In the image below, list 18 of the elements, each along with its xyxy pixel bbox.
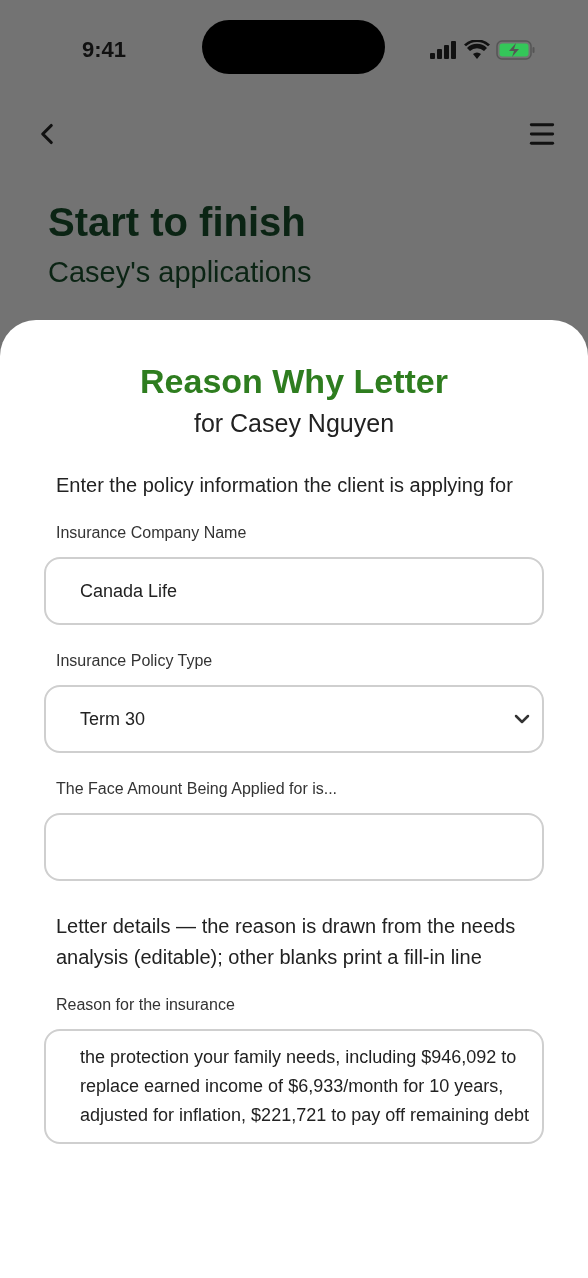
dropdown-field[interactable]: Term 30: [44, 685, 544, 753]
battery-charging-icon: [496, 39, 536, 60]
text-field[interactable]: [44, 813, 544, 881]
sheet-subtitle: for Casey Nguyen: [192, 408, 396, 439]
field-label: Reason for the insurance: [55, 995, 236, 1015]
text-field[interactable]: Canada Life: [44, 557, 544, 625]
page-title: Start to finish: [48, 199, 307, 246]
sheet-title: Reason Why Letter: [139, 361, 449, 402]
page-subtitle: Casey's applications: [48, 255, 313, 290]
field-label: Insurance Company Name: [55, 523, 248, 543]
signal-icon: [430, 40, 458, 59]
wifi-icon: [464, 40, 490, 59]
field-label: The Face Amount Being Applied for is...: [55, 779, 339, 799]
status-time: 9:41: [82, 36, 127, 64]
field-label: Insurance Policy Type: [55, 651, 214, 671]
section-description: Enter the policy information the client is applying for: [55, 473, 514, 498]
section-description: Letter details — the reason is drawn from the needs analysis (editable); other blanks print a fill-in line: [55, 914, 517, 970]
text-area[interactable]: the protection your family needs, including $946,092 to replace earned income of $6,933/month for 10 years, adjusted for inflation, $221,721 to pay off remaining debt: [44, 1029, 544, 1144]
